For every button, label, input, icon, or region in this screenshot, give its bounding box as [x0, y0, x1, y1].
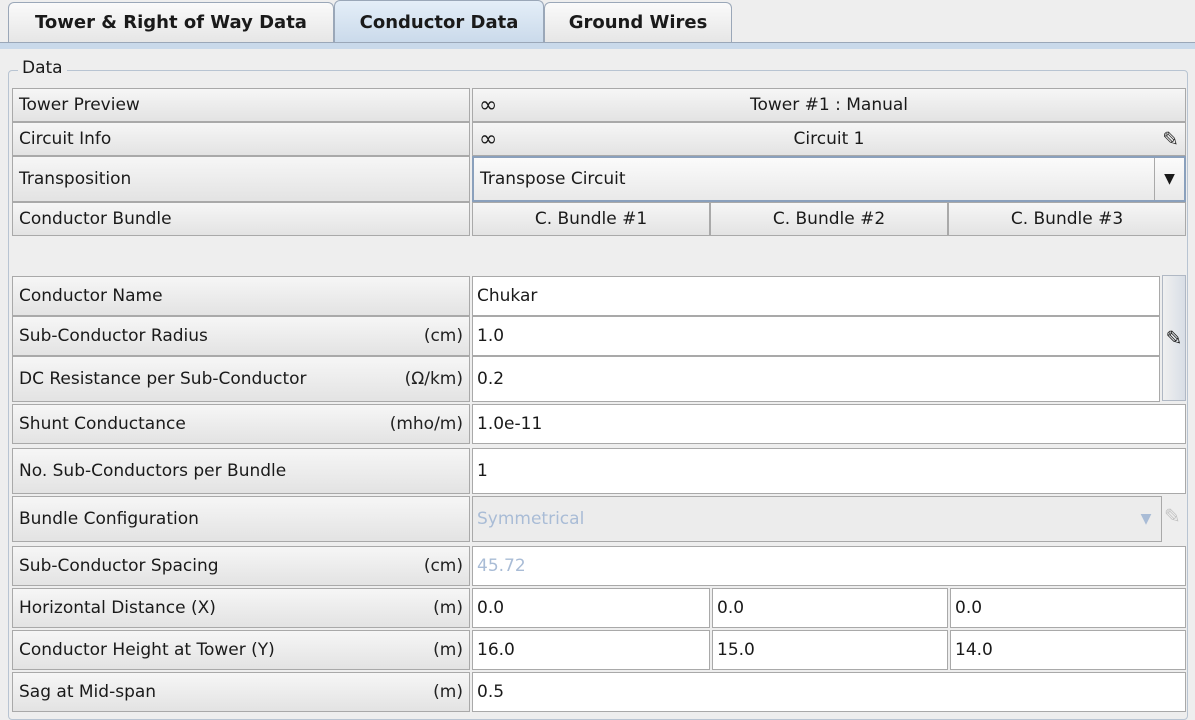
- unit-label: (m): [433, 682, 463, 702]
- unit-label: (cm): [423, 556, 463, 576]
- tower-preview-label: Tower Preview: [12, 88, 470, 122]
- bundle-1-header[interactable]: C. Bundle #1: [472, 202, 710, 236]
- bundle-3-header[interactable]: C. Bundle #3: [948, 202, 1186, 236]
- tab-underline: [0, 42, 1195, 49]
- shunt-conductance-field[interactable]: 1.0e-11: [472, 404, 1186, 444]
- circuit-info-cell[interactable]: ∞ Circuit 1 ✎: [472, 122, 1186, 156]
- pencil-icon: ✎: [1165, 326, 1183, 350]
- conductor-height-field-3[interactable]: 14.0: [950, 630, 1186, 670]
- pencil-icon[interactable]: ✎: [1164, 504, 1181, 528]
- tab-bar: Tower & Right of Way Data Conductor Data…: [0, 0, 1195, 49]
- num-sub-conductors-field[interactable]: 1: [472, 448, 1186, 494]
- conductor-bundle-label: Conductor Bundle: [12, 202, 470, 236]
- conductor-name-label: Conductor Name: [12, 276, 470, 316]
- bundle-configuration-select[interactable]: Symmetrical ▼: [472, 496, 1162, 542]
- unit-label: (m): [433, 640, 463, 660]
- horizontal-distance-field-3[interactable]: 0.0: [950, 588, 1186, 628]
- sag-mid-span-field[interactable]: 0.5: [472, 672, 1186, 712]
- unit-label: (cm): [423, 326, 463, 346]
- glasses-icon[interactable]: ∞: [479, 93, 497, 118]
- tower-preview-value: Tower #1 : Manual: [749, 95, 909, 115]
- horizontal-distance-field-1[interactable]: 0.0: [472, 588, 710, 628]
- circuit-info-value: Circuit 1: [793, 129, 865, 149]
- horizontal-distance-field-2[interactable]: 0.0: [712, 588, 948, 628]
- sub-conductor-radius-label: Sub-Conductor Radius (cm): [12, 316, 470, 356]
- conductor-height-field-1[interactable]: 16.0: [472, 630, 710, 670]
- dc-resistance-field[interactable]: 0.2: [472, 356, 1160, 402]
- glasses-icon[interactable]: ∞: [479, 127, 497, 152]
- tab-ground-wires[interactable]: Ground Wires: [544, 2, 732, 42]
- conductor-name-field[interactable]: Chukar: [472, 276, 1160, 316]
- transposition-value: Transpose Circuit: [480, 169, 626, 189]
- transposition-select[interactable]: Transpose Circuit ▼: [472, 156, 1186, 202]
- horizontal-distance-label: Horizontal Distance (X) (m): [12, 588, 470, 628]
- tab-conductor-data[interactable]: Conductor Data: [334, 0, 544, 44]
- group-title: Data: [18, 58, 67, 78]
- sub-conductor-spacing-label: Sub-Conductor Spacing (cm): [12, 546, 470, 586]
- unit-label: (Ω/km): [404, 369, 463, 389]
- shunt-conductance-label: Shunt Conductance (mho/m): [12, 404, 470, 444]
- dc-resistance-label: DC Resistance per Sub-Conductor (Ω/km): [12, 356, 470, 402]
- conductor-edit-button[interactable]: ✎: [1162, 275, 1186, 401]
- conductor-height-field-2[interactable]: 15.0: [712, 630, 948, 670]
- num-sub-conductors-label: No. Sub-Conductors per Bundle: [12, 448, 470, 494]
- sub-conductor-radius-field[interactable]: 1.0: [472, 316, 1160, 356]
- sub-conductor-spacing-field[interactable]: 45.72: [472, 546, 1186, 586]
- pencil-icon[interactable]: ✎: [1162, 127, 1179, 151]
- bundle-2-header[interactable]: C. Bundle #2: [710, 202, 948, 236]
- chevron-down-icon[interactable]: ▼: [1154, 158, 1184, 200]
- chevron-down-icon[interactable]: ▼: [1131, 497, 1161, 541]
- unit-label: (mho/m): [389, 414, 463, 434]
- conductor-height-label: Conductor Height at Tower (Y) (m): [12, 630, 470, 670]
- circuit-info-label: Circuit Info: [12, 122, 470, 156]
- bundle-configuration-value: Symmetrical: [477, 509, 585, 529]
- tab-tower-right-of-way[interactable]: Tower & Right of Way Data: [8, 2, 334, 42]
- transposition-label: Transposition: [12, 156, 470, 202]
- unit-label: (m): [433, 598, 463, 618]
- sag-mid-span-label: Sag at Mid-span (m): [12, 672, 470, 712]
- bundle-configuration-label: Bundle Configuration: [12, 496, 470, 542]
- tower-preview-cell[interactable]: ∞ Tower #1 : Manual: [472, 88, 1186, 122]
